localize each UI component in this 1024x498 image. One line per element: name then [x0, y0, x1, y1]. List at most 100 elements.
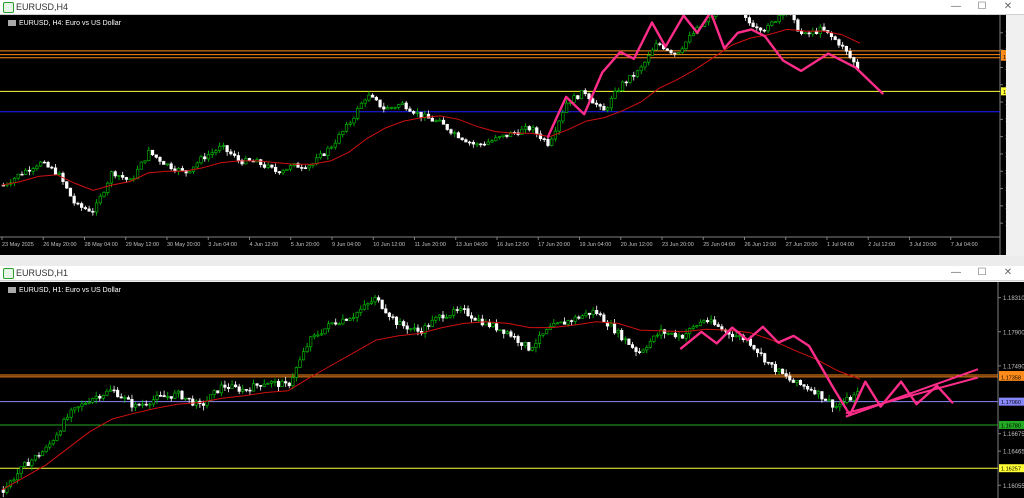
candle-body	[831, 399, 835, 408]
h1-titlebar[interactable]: EURUSD,H1 — ☐ ✕	[0, 266, 1024, 281]
x-tick-label: 28 May 04:00	[85, 242, 118, 248]
candle-body	[652, 335, 656, 342]
candle-body	[777, 15, 781, 22]
candle-body	[187, 397, 191, 400]
candle-body	[453, 132, 457, 135]
candle-body	[677, 334, 681, 338]
candle-body	[820, 391, 824, 400]
candle-body	[210, 152, 214, 155]
candle-body	[852, 394, 856, 401]
candle-body	[87, 208, 91, 212]
candle-body	[108, 389, 113, 392]
candle-body	[691, 33, 696, 36]
candle-body	[294, 367, 298, 378]
candle-body	[654, 43, 658, 51]
chart-window-icon	[3, 268, 14, 279]
candle-body	[276, 380, 281, 387]
candle-body	[356, 108, 360, 119]
candle-body	[382, 106, 386, 110]
candle-body	[486, 141, 490, 145]
candle-body	[201, 403, 206, 406]
candle-body	[91, 210, 95, 213]
candle-body	[322, 153, 326, 156]
candle-body	[773, 364, 778, 372]
candle-body	[833, 36, 837, 40]
candle-body	[609, 323, 613, 327]
x-tick-label: 17 Jun 20:00	[538, 242, 570, 248]
candle-body	[635, 70, 640, 77]
candle-body	[298, 359, 302, 368]
candle-body	[587, 312, 592, 315]
chart-settings-icon[interactable]	[8, 287, 16, 294]
candle-body	[415, 111, 419, 114]
maximize-icon[interactable]: ☐	[970, 266, 994, 280]
candle-body	[848, 397, 853, 401]
h4-titlebar[interactable]: EURUSD,H4 — ☐ ✕	[0, 0, 1024, 15]
candle-body	[823, 398, 828, 401]
candle-body	[33, 455, 37, 461]
candle-body	[69, 409, 73, 418]
candle-body	[159, 395, 163, 397]
price-label-text: 1.17060	[1001, 400, 1021, 406]
candle-body	[759, 352, 763, 354]
candle-body	[380, 299, 384, 310]
candle-body	[262, 164, 267, 168]
candle-body	[452, 309, 456, 316]
candle-body	[352, 117, 356, 124]
candle-body	[51, 440, 55, 445]
candle-body	[341, 318, 345, 325]
candle-body	[427, 325, 431, 327]
candle-body	[570, 320, 574, 322]
candle-body	[527, 342, 531, 351]
h4-chart-window: EURUSD,H4 — ☐ ✕ 1.180001.175001.170001.1…	[0, 0, 1024, 256]
window-separator[interactable]	[0, 256, 1024, 266]
h1-plot-area[interactable]: 1.18310 1.17900 1.17490 1.16675 1.16465 1.160…	[0, 282, 1024, 498]
minimize-icon[interactable]: —	[944, 266, 968, 280]
candle-body	[1, 489, 5, 493]
candle-body	[281, 170, 285, 174]
candle-body	[212, 390, 216, 395]
minimize-icon[interactable]: —	[944, 0, 968, 14]
candle-body	[459, 308, 463, 311]
chart-settings-icon[interactable]	[8, 20, 16, 27]
candle-body	[634, 347, 638, 352]
candle-body	[44, 446, 48, 453]
moving-average-line	[1, 28, 861, 191]
candle-body	[26, 461, 30, 467]
candle-body	[400, 102, 405, 105]
candle-body	[650, 49, 655, 56]
candle-body	[624, 81, 628, 84]
candle-body	[234, 384, 238, 388]
candle-body	[101, 394, 105, 399]
candle-body	[348, 318, 352, 321]
candle-body	[763, 353, 767, 363]
x-tick-label: 19 Jun 04:00	[580, 242, 612, 248]
x-tick-label: 25 Jun 04:00	[703, 242, 735, 248]
candle-body	[680, 48, 684, 53]
candle-body	[128, 178, 132, 181]
h4-right-gutter	[1006, 15, 1024, 255]
candle-body	[42, 161, 46, 164]
candle-body	[688, 35, 692, 43]
candle-body	[470, 315, 474, 319]
candle-body	[491, 323, 495, 327]
candle-body	[214, 150, 218, 153]
candle-body	[50, 166, 54, 169]
candle-body	[827, 399, 831, 402]
close-icon[interactable]: ✕	[996, 266, 1020, 280]
candle-body	[606, 107, 610, 111]
candle-body	[620, 329, 624, 341]
close-icon[interactable]: ✕	[996, 0, 1020, 14]
x-tick-label: 9 Jun 04:00	[332, 242, 361, 248]
candle-body	[53, 167, 58, 175]
candle-body	[673, 332, 677, 338]
maximize-icon[interactable]: ☐	[970, 0, 994, 14]
h4-plot-area[interactable]: 1.180001.175001.170001.165001.160001.155…	[0, 15, 1006, 255]
candle-body	[520, 342, 524, 346]
candle-body	[773, 21, 778, 23]
candle-body	[259, 385, 263, 387]
x-tick-label: 2 Jul 12:00	[868, 242, 895, 248]
x-tick-label: 5 Jun 20:00	[291, 242, 320, 248]
candle-body	[537, 334, 542, 344]
candle-body	[684, 333, 688, 339]
